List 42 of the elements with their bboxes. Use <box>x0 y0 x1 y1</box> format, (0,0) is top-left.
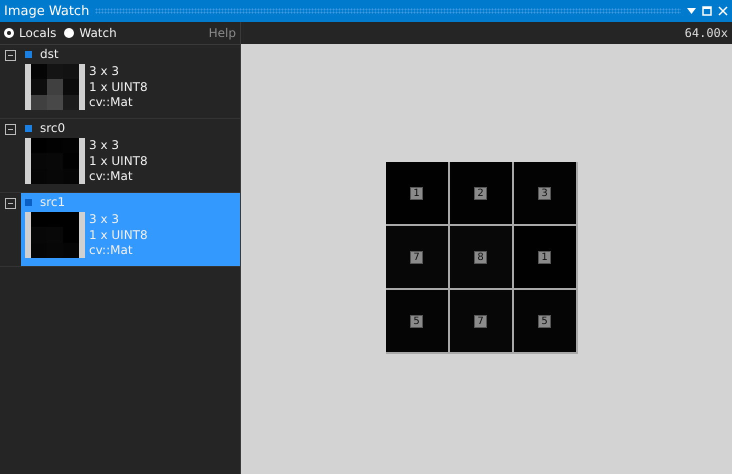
image-size: 3 x 3 <box>89 64 120 80</box>
dropdown-icon[interactable] <box>687 8 696 14</box>
image-size: 3 x 3 <box>89 138 120 154</box>
collapse-icon[interactable] <box>5 50 16 61</box>
image-thumbnail <box>25 138 85 184</box>
square-icon <box>25 198 32 206</box>
help-link[interactable]: Help <box>208 26 236 40</box>
square-icon <box>25 50 32 58</box>
collapse-icon[interactable] <box>5 124 16 135</box>
pixel-value: 2 <box>474 186 487 200</box>
pixel-value: 7 <box>474 314 487 328</box>
radio-icon[interactable] <box>64 28 74 38</box>
pixel-value: 5 <box>538 314 551 328</box>
pixel-format: 1 x UINT8 <box>89 228 148 243</box>
zoom-level: 64.00x <box>684 26 728 40</box>
item-name: dst <box>40 47 59 61</box>
image-size: 3 x 3 <box>89 212 120 228</box>
pixel-value: 5 <box>410 314 423 328</box>
watch-item[interactable]: src0 3 x 3 1 x UINT8 cv::Mat <box>21 119 240 192</box>
image-type: cv::Mat <box>89 169 134 184</box>
close-icon[interactable] <box>718 6 728 16</box>
image-thumbnail <box>25 64 85 110</box>
image-type: cv::Mat <box>89 243 134 258</box>
item-name: src1 <box>40 195 66 209</box>
pixel-value: 8 <box>474 250 487 264</box>
pixel-value: 1 <box>538 250 551 264</box>
pixel-value: 1 <box>410 186 423 200</box>
pixel-format: 1 x UINT8 <box>89 80 148 95</box>
radio-icon[interactable] <box>4 28 14 38</box>
radio-option[interactable]: Locals <box>4 26 56 40</box>
pixel-format: 1 x UINT8 <box>89 154 148 169</box>
collapse-icon[interactable] <box>5 198 16 209</box>
image-thumbnail <box>25 212 85 258</box>
pixel-value: 3 <box>538 186 551 200</box>
watch-item[interactable]: dst 3 x 3 1 x UINT8 cv::Mat <box>21 45 240 118</box>
maximize-icon[interactable] <box>702 6 712 16</box>
radio-option[interactable]: Watch <box>64 26 117 40</box>
square-icon <box>25 124 32 132</box>
pixel-value: 7 <box>410 250 423 264</box>
image-type: cv::Mat <box>89 95 134 110</box>
window-title: Image Watch <box>4 4 90 18</box>
item-name: src0 <box>40 121 66 135</box>
